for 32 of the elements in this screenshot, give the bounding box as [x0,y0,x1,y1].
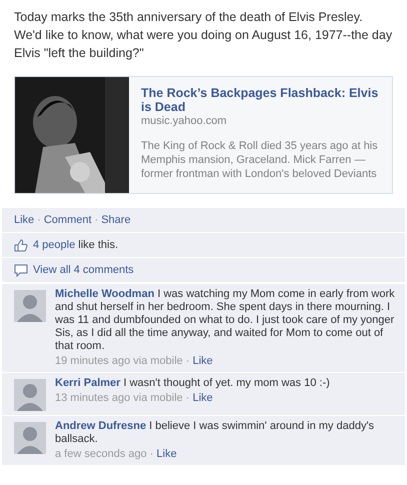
view-all-link[interactable]: View all 4 comments [33,263,134,277]
action-link[interactable]: Like [14,213,34,227]
separator-dot: · [94,213,98,227]
thumbs-up-icon [14,238,28,252]
like-link[interactable]: Like [192,392,213,404]
comment-bubble-icon [14,264,28,276]
comment-text: Andrew Dufresne I believe I was swimmin' around in my daddy's ballsack. [55,420,376,446]
separator-dot: · [37,213,41,227]
link-summary: The King of Rock & Roll died 35 years ago at his Memphis mansion, Graceland. Mick Farren — former frontman with London's beloved Deviants [141,139,379,181]
comment-text: Michelle Woodman I was watching my Mom come in early from work and shut herself in her bedroom. She spent days in there mourning. I was 11 and dumbfounded on what to do. I just took care of my yonger Sis, as I did all the time anyway, and waited for Mom to come out of that room. [55,288,396,353]
likes-text: 4 people like this. [33,238,118,252]
comment-time: 19 minutes ago via mobile [55,355,183,367]
author-link[interactable]: Kerri Palmer [55,377,120,389]
comment-time: a few seconds ago [55,448,147,460]
like-link[interactable]: Like [192,355,213,367]
separator-dot: · [186,355,190,367]
separator-dot: · [150,448,154,460]
likers-link[interactable]: 4 people [33,239,76,251]
avatar-icon[interactable] [14,290,46,322]
action-link[interactable]: Comment [44,213,92,227]
separator-dot: · [186,392,190,404]
action-link[interactable]: Share [101,213,131,227]
avatar-icon[interactable] [14,422,46,454]
author-link[interactable]: Michelle Woodman [55,288,154,300]
link-domain: music.yahoo.com [141,115,228,127]
comment-text: Kerri Palmer I wasn't thought of yet. my mom was 10 :-) [55,377,331,390]
author-link[interactable]: Andrew Dufresne [55,420,146,432]
like-link[interactable]: Like [156,448,177,460]
post-text: Today marks the 35th anniversary of the death of Elvis Presley. We'd like to know, what were you doing on August 16, 1977--the day Elvis "left the building?" [14,9,393,62]
comment-time: 13 minutes ago via mobile [55,392,183,404]
avatar-icon[interactable] [14,379,46,411]
link-title[interactable]: The Rock’s Backpages Flashback: Elvis is Dead [141,86,382,114]
